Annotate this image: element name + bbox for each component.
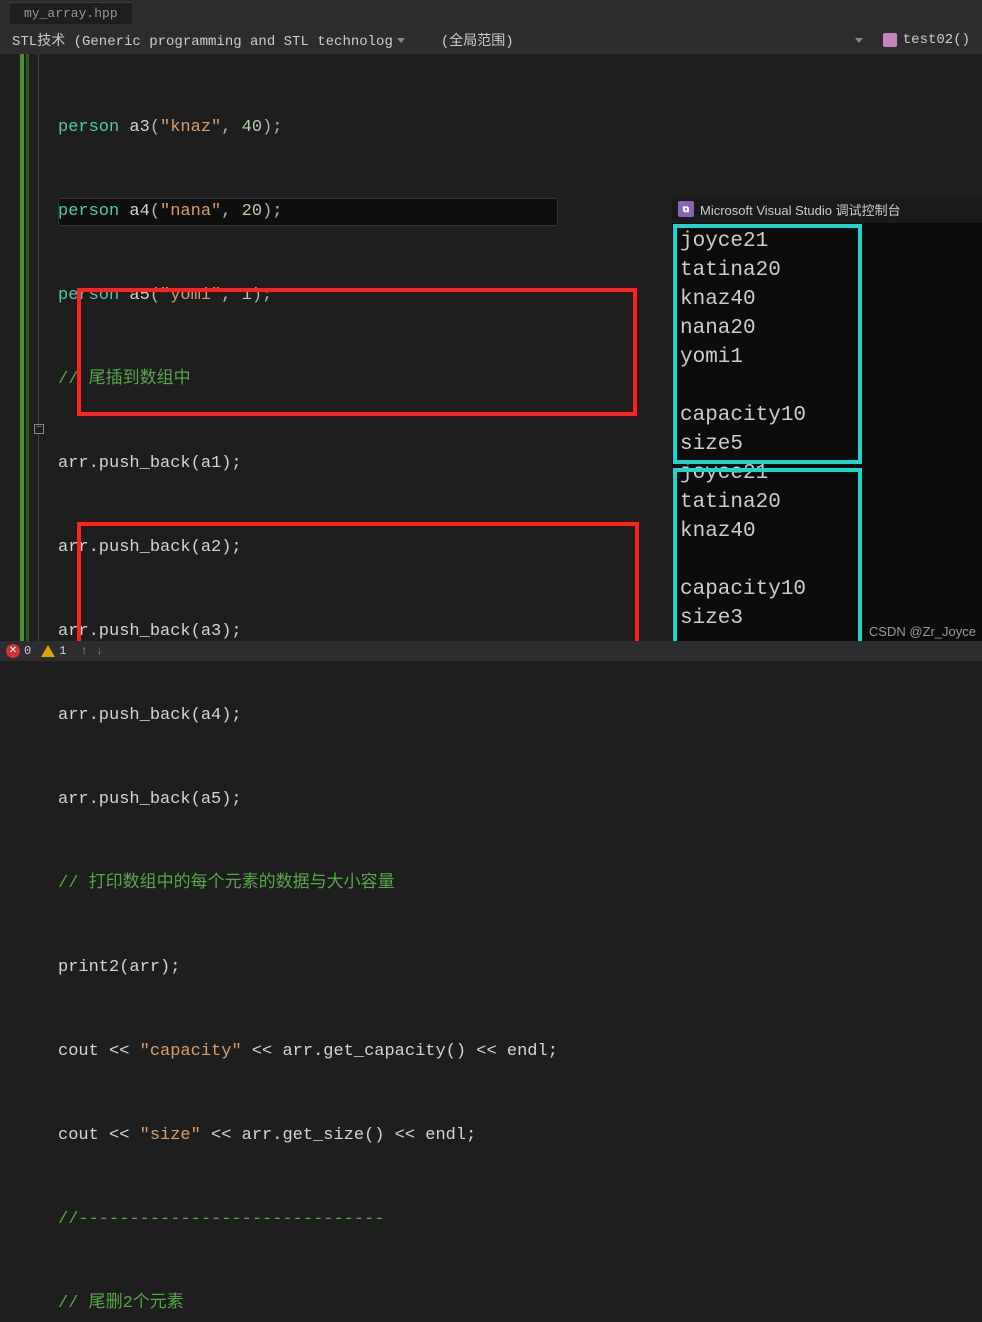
- console-line: joyce21: [680, 459, 974, 488]
- fold-toggle[interactable]: −: [34, 424, 44, 434]
- code-line: // 尾插到数组中: [58, 366, 558, 394]
- editor-gutter: −: [0, 54, 48, 641]
- console-line: [680, 372, 974, 401]
- code-line: person a5("yomi", 1);: [58, 282, 558, 310]
- code-line: // 尾删2个元素: [58, 1290, 558, 1318]
- debug-console-window: ⧉ Microsoft Visual Studio 调试控制台 joyce21 …: [672, 195, 982, 650]
- console-line: tatina20: [680, 488, 974, 517]
- console-line: [680, 546, 974, 575]
- code-line: person a4("nana", 20);: [58, 198, 558, 226]
- nav-scope-dropdown[interactable]: (全局范围): [433, 28, 522, 52]
- nav-bar: STL技术 (Generic programming and STL techn…: [0, 26, 982, 54]
- console-line: knaz40: [680, 517, 974, 546]
- nav-function-dropdown[interactable]: test02(): [875, 30, 978, 50]
- method-icon: [883, 33, 897, 47]
- console-line: joyce21: [680, 227, 974, 256]
- tab-bar: my_array.hpp: [0, 0, 982, 26]
- arrow-up-icon[interactable]: ↑: [80, 644, 87, 658]
- error-count: 0: [24, 644, 31, 658]
- watermark: CSDN @Zr_Joyce: [869, 624, 976, 639]
- code-line: print2(arr);: [58, 954, 558, 982]
- code-line: // 打印数组中的每个元素的数据与大小容量: [58, 870, 558, 898]
- warning-icon[interactable]: [41, 645, 55, 657]
- arrow-down-icon[interactable]: ↓: [96, 644, 103, 658]
- console-line: size5: [680, 430, 974, 459]
- chevron-down-icon: [397, 38, 405, 43]
- code-line: //------------------------------: [58, 1206, 558, 1234]
- error-icon[interactable]: ✕: [6, 644, 20, 658]
- code-line: person a3("knaz", 40);: [58, 114, 558, 142]
- code-line: cout << "size" << arr.get_size() << endl…: [58, 1122, 558, 1150]
- code-line: arr.push_back(a4);: [58, 702, 558, 730]
- console-line: knaz40: [680, 285, 974, 314]
- console-line: capacity10: [680, 575, 974, 604]
- console-titlebar[interactable]: ⧉ Microsoft Visual Studio 调试控制台: [672, 195, 982, 223]
- status-bar: ✕ 0 1 ↑ ↓: [0, 641, 982, 661]
- console-line: yomi1: [680, 343, 974, 372]
- visual-studio-icon: ⧉: [678, 201, 694, 217]
- console-output: joyce21 tatina20 knaz40 nana20 yomi1 cap…: [672, 223, 982, 637]
- code-line: arr.push_back(a2);: [58, 534, 558, 562]
- tab-file[interactable]: my_array.hpp: [10, 2, 132, 24]
- chevron-down-icon: [855, 38, 863, 43]
- console-line: capacity10: [680, 401, 974, 430]
- console-line: nana20: [680, 314, 974, 343]
- nav-namespace-dropdown[interactable]: STL技术 (Generic programming and STL techn…: [4, 28, 413, 52]
- code-line: cout << "capacity" << arr.get_capacity()…: [58, 1038, 558, 1066]
- console-line: tatina20: [680, 256, 974, 285]
- warning-count: 1: [59, 644, 66, 658]
- code-area[interactable]: person a3("knaz", 40); person a4("nana",…: [48, 54, 558, 641]
- code-line: arr.push_back(a5);: [58, 786, 558, 814]
- code-line: arr.push_back(a1);: [58, 450, 558, 478]
